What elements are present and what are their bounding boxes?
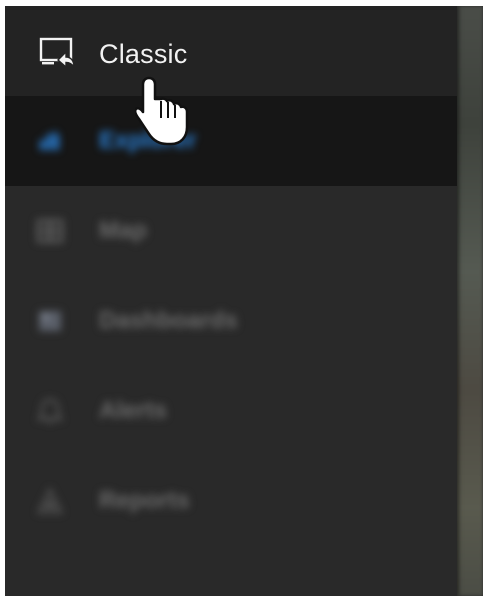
nav-label-alerts: Alerts bbox=[99, 397, 168, 424]
explorer-icon bbox=[40, 130, 59, 150]
reports-icon bbox=[37, 488, 63, 514]
alerts-icon bbox=[37, 398, 63, 424]
nav-item-map[interactable]: Map bbox=[5, 186, 457, 276]
nav-item-reports[interactable]: Reports bbox=[5, 456, 457, 546]
nav-item-explorer[interactable]: Explorer bbox=[5, 96, 457, 186]
classic-switch-button[interactable]: Classic bbox=[5, 6, 457, 96]
classic-label: Classic bbox=[99, 39, 188, 69]
map-icon bbox=[37, 219, 63, 243]
dashboard-icon bbox=[39, 311, 61, 331]
nav-list: Explorer Map Dashboards Alerts Reports bbox=[5, 96, 457, 546]
navigation-panel: Classic Explorer Map Dashboards Alerts R… bbox=[5, 6, 457, 596]
nav-label-reports: Reports bbox=[99, 487, 190, 514]
app-window: Classic Explorer Map Dashboards Alerts R… bbox=[5, 6, 483, 596]
switch-back-icon bbox=[39, 37, 75, 70]
background-content bbox=[453, 6, 483, 596]
nav-label-explorer: Explorer bbox=[99, 127, 197, 154]
nav-item-alerts[interactable]: Alerts bbox=[5, 366, 457, 456]
nav-label-map: Map bbox=[99, 217, 147, 244]
nav-item-dashboards[interactable]: Dashboards bbox=[5, 276, 457, 366]
nav-label-dashboards: Dashboards bbox=[99, 307, 238, 334]
